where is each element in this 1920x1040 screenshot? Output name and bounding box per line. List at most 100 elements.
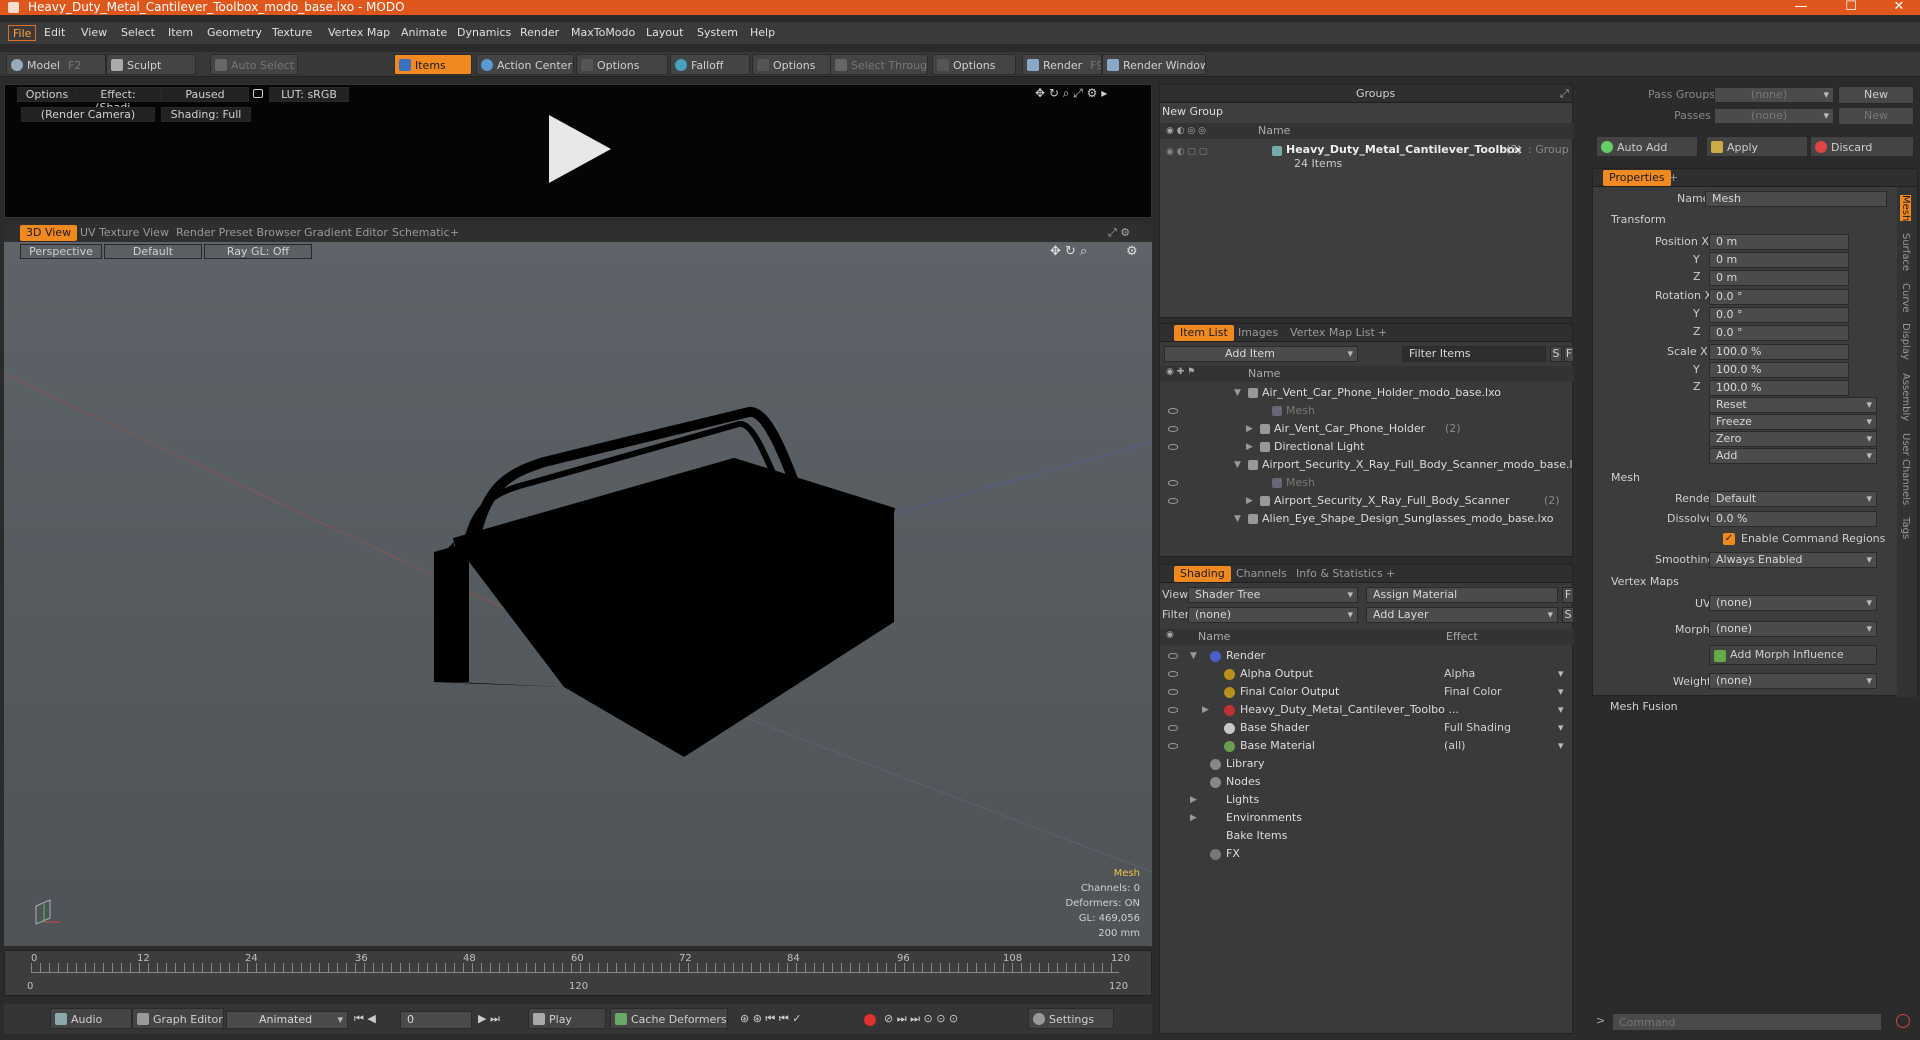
chevron-down-icon[interactable]: ▾ <box>1558 737 1564 755</box>
tab-shading[interactable]: Shading <box>1174 566 1231 582</box>
shader-row[interactable]: ▶ Heavy_Duty_Metal_Cantilever_Toolbo ... ▾ <box>1160 701 1574 719</box>
shader-row[interactable]: FX <box>1160 845 1574 863</box>
cache-deformers-button[interactable]: Cache Deformers <box>610 1008 728 1029</box>
side-tab-display[interactable]: Display <box>1900 323 1911 360</box>
eye-icon[interactable] <box>1168 653 1178 659</box>
f-button[interactable]: F <box>1562 587 1574 603</box>
visibility-toggles-icon[interactable]: ◉ ◐ ▢ ▢ <box>1166 147 1207 157</box>
menu-layout[interactable]: Layout <box>642 25 687 41</box>
eye-icon[interactable] <box>1168 444 1178 450</box>
position-z-field[interactable]: 0 m <box>1709 270 1849 286</box>
apply-button[interactable]: Apply <box>1706 136 1808 157</box>
auto-select-button[interactable]: Auto Select <box>210 54 298 75</box>
group-row[interactable]: ◉ ◐ ▢ ▢ Heavy_Duty_Metal_Cantilever_Tool… <box>1160 143 1574 175</box>
eye-icon[interactable] <box>1168 408 1178 414</box>
action-center-button[interactable]: Action Center <box>476 54 574 75</box>
filter-items-input[interactable]: Filter Items <box>1402 346 1546 362</box>
list-item[interactable]: ▼ Airport_Security_X_Ray_Full_Body_Scanne… <box>1160 456 1574 474</box>
menu-help[interactable]: Help <box>746 25 779 41</box>
mesh-section[interactable]: Mesh <box>1611 471 1640 484</box>
render-button[interactable]: RenderF9 <box>1022 54 1102 75</box>
expand-caret-icon[interactable]: ▼ <box>1190 647 1197 665</box>
expand-caret-icon[interactable]: ▼ <box>1234 510 1241 528</box>
menu-vertex-map[interactable]: Vertex Map <box>324 25 394 41</box>
expand-caret-icon[interactable]: ▶ <box>1246 420 1253 438</box>
transport-next-icons[interactable]: ▶ ⏭ <box>478 1012 500 1026</box>
shader-row[interactable]: ▶ Lights <box>1160 791 1574 809</box>
add-tab-button[interactable]: + <box>1372 325 1393 341</box>
command-input[interactable] <box>1612 1013 1882 1031</box>
transform-section[interactable]: Transform <box>1611 213 1666 226</box>
preview-camera-dropdown[interactable]: (Render Camera) <box>21 107 155 122</box>
eye-icon[interactable] <box>1168 707 1178 713</box>
s-button[interactable]: S <box>1550 346 1562 362</box>
select-through-button[interactable]: Select Through <box>830 54 928 75</box>
expand-caret-icon[interactable]: ▼ <box>1234 456 1241 474</box>
tab-vertex-map-list[interactable]: Vertex Map List <box>1284 325 1381 341</box>
expand-caret-icon[interactable]: ▶ <box>1246 438 1253 456</box>
audio-button[interactable]: Audio <box>50 1008 132 1029</box>
shader-row[interactable]: ▼ Render <box>1160 647 1574 665</box>
new-pass-group-button[interactable]: New <box>1838 86 1914 104</box>
eye-icon[interactable] <box>1168 498 1178 504</box>
side-tab-mesh[interactable]: Mesh <box>1900 195 1911 222</box>
eye-icon[interactable] <box>1168 480 1178 486</box>
menu-texture[interactable]: Texture <box>268 25 316 41</box>
discard-button[interactable]: Discard <box>1810 136 1914 157</box>
tab-images[interactable]: Images <box>1232 325 1284 341</box>
eye-icon[interactable] <box>1168 725 1178 731</box>
s-button[interactable]: S <box>1562 607 1574 623</box>
tab-render-preset-browser[interactable]: Render Preset Browser <box>170 225 307 241</box>
preview-shading-dropdown[interactable]: Shading: Full <box>161 107 251 122</box>
scale-y-field[interactable]: 100.0 % <box>1709 362 1849 378</box>
morph-dropdown[interactable]: (none) <box>1709 621 1877 637</box>
falloff-options-button[interactable]: Options <box>752 54 832 75</box>
shader-row[interactable]: ▶ Environments <box>1160 809 1574 827</box>
expand-icon[interactable]: ⤢ ⚙ <box>1108 226 1130 240</box>
key-nav-icons[interactable]: ⊘ ⏭ ⏭ ⊙ ⊙ ⊙ <box>884 1012 958 1026</box>
side-tab-surface[interactable]: Surface <box>1900 233 1911 271</box>
timeline[interactable]: 0 12 24 36 48 60 72 84 96 108 120 0 120 … <box>4 950 1152 996</box>
add-dropdown[interactable]: Add <box>1709 448 1877 464</box>
shader-row[interactable]: Base Shader Full Shading ▾ <box>1160 719 1574 737</box>
smoothing-dropdown[interactable]: Always Enabled <box>1709 552 1877 568</box>
list-item[interactable]: Mesh <box>1160 474 1574 492</box>
menu-animate[interactable]: Animate <box>397 25 451 41</box>
add-morph-influence-button[interactable]: Add Morph Influence <box>1709 645 1877 665</box>
settings-button[interactable]: Settings <box>1028 1008 1114 1029</box>
side-tab-user-channels[interactable]: User Channels <box>1900 433 1911 505</box>
preview-nav-icons[interactable]: ✥ ↻ ⌕ ⤢ ⚙ ▸ <box>1035 86 1107 101</box>
items-mode-button[interactable]: Items <box>394 54 472 75</box>
tab-info-statistics[interactable]: Info & Statistics <box>1290 566 1389 582</box>
stop-icon[interactable] <box>1896 1014 1910 1028</box>
record-icon[interactable] <box>864 1014 876 1026</box>
reset-dropdown[interactable]: Reset <box>1709 397 1877 413</box>
select-through-options-button[interactable]: Options <box>932 54 1016 75</box>
shader-row[interactable]: Base Material (all) ▾ <box>1160 737 1574 755</box>
chevron-down-icon[interactable]: ▾ <box>1558 701 1564 719</box>
side-tab-curve[interactable]: Curve <box>1900 283 1911 313</box>
expand-caret-icon[interactable]: ▼ <box>1234 384 1241 402</box>
tab-3d-view[interactable]: 3D View <box>20 225 78 241</box>
menu-dynamics[interactable]: Dynamics <box>453 25 515 41</box>
pass-groups-dropdown[interactable]: (none) <box>1714 87 1834 103</box>
position-x-field[interactable]: 0 m <box>1709 234 1849 250</box>
add-item-dropdown[interactable]: Add Item <box>1164 346 1358 362</box>
list-item[interactable]: ▶ Air_Vent_Car_Phone_Holder (2) <box>1160 420 1574 438</box>
lock-icon[interactable] <box>253 89 263 98</box>
preview-paused-button[interactable]: Paused <box>161 87 249 102</box>
graph-editor-button[interactable]: Graph Editor <box>132 1008 224 1029</box>
shader-row[interactable]: Bake Items <box>1160 827 1574 845</box>
dissolve-field[interactable]: 0.0 % <box>1709 511 1877 527</box>
model-mode-button[interactable]: Model F2 <box>6 54 106 75</box>
filter-dropdown[interactable]: (none) <box>1188 607 1358 623</box>
shader-row[interactable]: Nodes <box>1160 773 1574 791</box>
frame-input[interactable]: 0 <box>400 1011 472 1029</box>
tab-uv-texture-view[interactable]: UV Texture View <box>74 225 175 241</box>
name-field[interactable]: Mesh <box>1705 191 1887 207</box>
eye-icon[interactable] <box>1168 743 1178 749</box>
mesh-fusion-section[interactable]: Mesh Fusion <box>1610 700 1678 713</box>
list-item[interactable]: ▶ Directional Light <box>1160 438 1574 456</box>
rotation-z-field[interactable]: 0.0 ° <box>1709 325 1849 341</box>
add-tab-button[interactable]: + <box>444 225 465 241</box>
